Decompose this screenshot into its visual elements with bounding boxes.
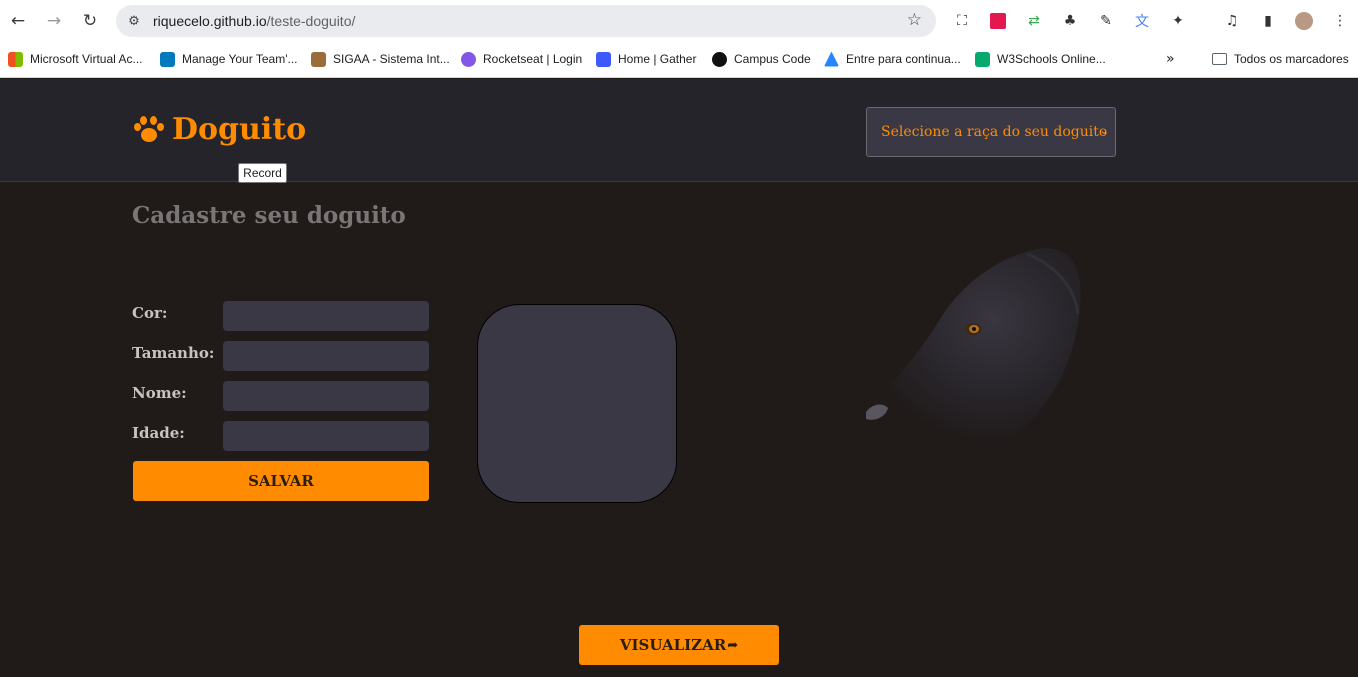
sigaa-icon bbox=[311, 51, 326, 67]
url-host: riquecelo.github.io bbox=[153, 13, 267, 29]
name-input[interactable] bbox=[223, 381, 429, 411]
translate-icon[interactable]: 文 bbox=[1132, 11, 1152, 31]
extension-pen-icon[interactable]: ✎ bbox=[1096, 11, 1116, 31]
bookmark-item[interactable]: Home | Gather bbox=[596, 50, 696, 68]
rocketseat-icon bbox=[461, 51, 476, 67]
back-icon[interactable]: ← bbox=[6, 9, 30, 33]
gather-icon bbox=[596, 51, 611, 67]
reload-icon[interactable]: ↻ bbox=[78, 9, 102, 33]
more-bookmarks-icon[interactable]: » bbox=[1166, 50, 1175, 68]
menu-icon[interactable]: ⋮ bbox=[1330, 11, 1350, 31]
bookmark-label: Entre para continua... bbox=[846, 52, 961, 66]
trello-icon bbox=[160, 51, 175, 67]
bookmark-star-icon[interactable]: ☆ bbox=[907, 10, 922, 30]
campus-code-icon bbox=[712, 51, 727, 67]
age-label: Idade: bbox=[132, 424, 185, 442]
extension-red-icon[interactable] bbox=[988, 11, 1008, 31]
bookmark-item[interactable]: SIGAA - Sistema Int... bbox=[311, 50, 450, 68]
color-label: Cor: bbox=[132, 304, 168, 322]
all-bookmarks-folder[interactable]: Todos os marcadores bbox=[1212, 50, 1349, 68]
record-tooltip: Record bbox=[238, 163, 287, 183]
save-button[interactable]: SALVAR bbox=[133, 461, 429, 501]
bookmark-label: W3Schools Online... bbox=[997, 52, 1106, 66]
bookmark-item[interactable]: W3Schools Online... bbox=[975, 50, 1106, 68]
bookmark-label: SIGAA - Sistema Int... bbox=[333, 52, 450, 66]
atlassian-icon bbox=[824, 51, 839, 67]
save-button-label: SALVAR bbox=[248, 472, 314, 490]
page-title: Cadastre seu doguito bbox=[132, 202, 406, 229]
bookmarks-bar: Microsoft Virtual Ac... Manage Your Team… bbox=[0, 42, 1358, 78]
screenshot-icon[interactable]: ⛶ bbox=[952, 11, 972, 31]
bookmark-item[interactable]: Campus Code bbox=[712, 50, 811, 68]
bookmark-label: Manage Your Team'... bbox=[182, 52, 298, 66]
view-button-label: VISUALIZAR bbox=[619, 636, 727, 654]
size-label: Tamanho: bbox=[132, 344, 215, 362]
bookmark-label: Campus Code bbox=[734, 52, 811, 66]
dog-image bbox=[861, 248, 1081, 454]
breed-select-value: Selecione a raça do seu doguito bbox=[881, 124, 1108, 140]
breed-select[interactable]: Selecione a raça do seu doguito ⌄ bbox=[866, 107, 1116, 157]
profile-avatar[interactable] bbox=[1294, 11, 1314, 31]
browser-toolbar: ← → ↻ ⚙ riquecelo.github.io/teste-doguit… bbox=[0, 0, 1358, 42]
extensions-icon[interactable]: ✦ bbox=[1168, 11, 1188, 31]
address-bar[interactable]: ⚙ riquecelo.github.io/teste-doguito/ ☆ bbox=[116, 5, 936, 37]
w3schools-icon bbox=[975, 51, 990, 67]
extension-sync-icon[interactable]: ⇄ bbox=[1024, 11, 1044, 31]
chevron-down-icon: ⌄ bbox=[1098, 123, 1109, 137]
forward-icon[interactable]: → bbox=[42, 9, 66, 33]
bookmark-label: Rocketseat | Login bbox=[483, 52, 583, 66]
side-panel-icon[interactable]: ▮ bbox=[1258, 11, 1278, 31]
extension-puzzle-gray-icon[interactable]: ♣ bbox=[1060, 11, 1080, 31]
bookmark-item[interactable]: Manage Your Team'... bbox=[160, 50, 297, 68]
media-control-icon[interactable]: ♫ bbox=[1222, 11, 1242, 31]
color-input[interactable] bbox=[223, 301, 429, 331]
bookmark-item[interactable]: Entre para continua... bbox=[824, 50, 961, 68]
dog-preview-frame bbox=[477, 304, 677, 503]
paw-icon bbox=[132, 115, 164, 145]
brand-name: Doguito bbox=[172, 112, 307, 147]
url-path: /teste-doguito/ bbox=[266, 13, 356, 29]
size-input[interactable] bbox=[223, 341, 429, 371]
name-label: Nome: bbox=[132, 384, 187, 402]
brand-logo[interactable]: Doguito bbox=[132, 112, 306, 147]
url-text[interactable]: riquecelo.github.io/teste-doguito/ bbox=[153, 13, 355, 29]
share-arrow-icon: ➦ bbox=[727, 637, 739, 653]
view-button[interactable]: VISUALIZAR ➦ bbox=[579, 625, 779, 665]
age-input[interactable] bbox=[223, 421, 429, 451]
bookmark-label: Home | Gather bbox=[618, 52, 697, 66]
site-info-icon[interactable]: ⚙ bbox=[124, 11, 144, 31]
bookmark-item[interactable]: Microsoft Virtual Ac... bbox=[8, 50, 142, 68]
folder-icon bbox=[1212, 53, 1227, 65]
bookmark-item[interactable]: Rocketseat | Login bbox=[461, 50, 582, 68]
microsoft-icon bbox=[8, 51, 23, 67]
all-bookmarks-label: Todos os marcadores bbox=[1234, 52, 1349, 66]
bookmark-label: Microsoft Virtual Ac... bbox=[30, 52, 143, 66]
